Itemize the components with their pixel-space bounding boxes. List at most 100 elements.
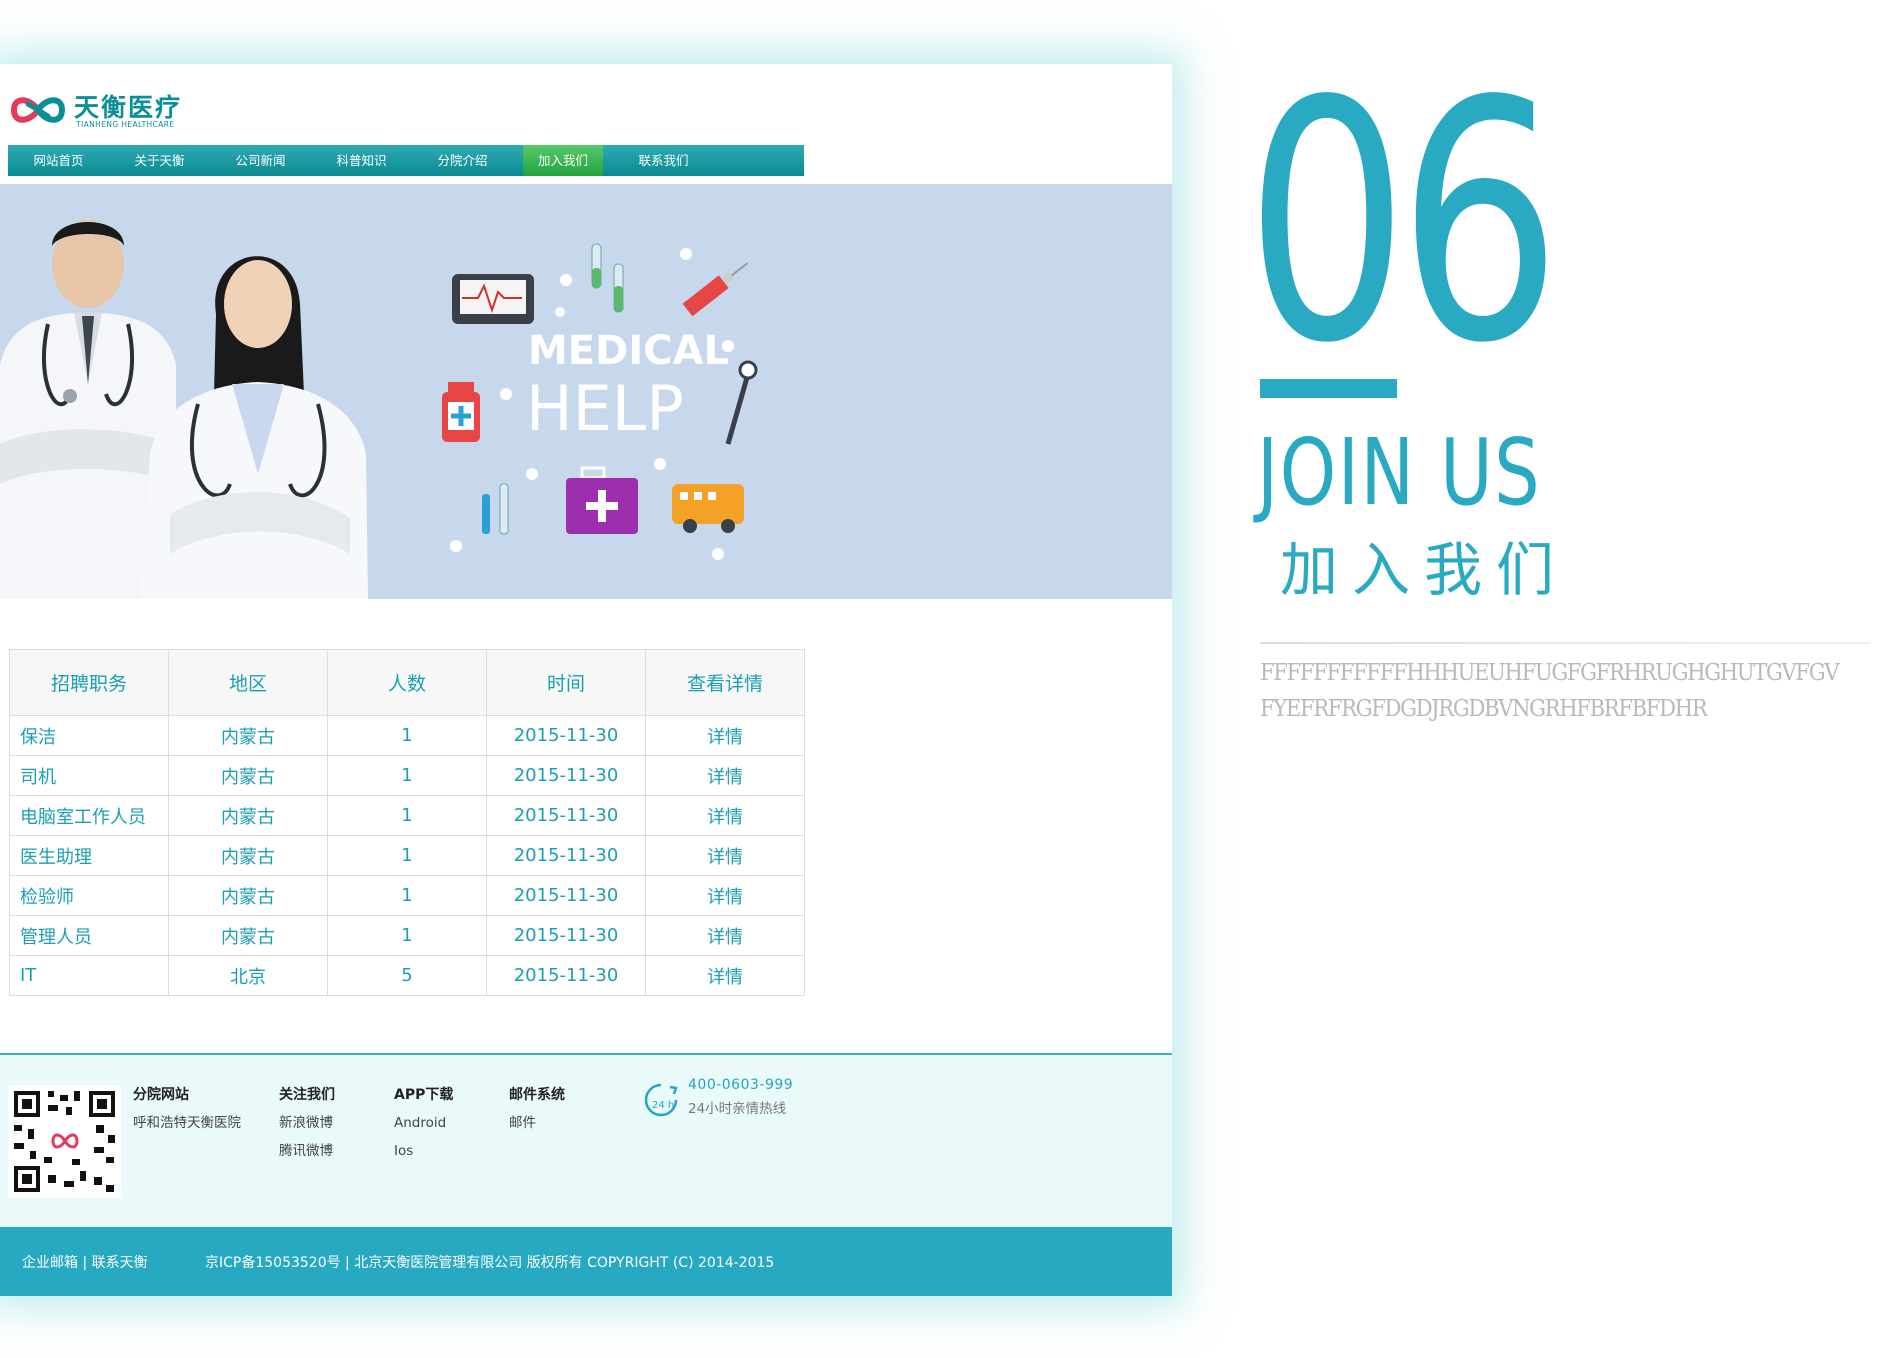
- logo-mark-icon: [10, 97, 66, 123]
- syringe-icon: [682, 262, 749, 317]
- footer-col-branches: 分院网站 呼和浩特天衡医院: [133, 1081, 241, 1137]
- footer-follow-title: 关注我们: [279, 1087, 335, 1103]
- footer-app-title: APP下载: [394, 1087, 454, 1103]
- job-region: 内蒙古: [168, 715, 328, 756]
- site-logo[interactable]: 天衡医疗 TIANHENG HEALTHCARE: [8, 84, 198, 132]
- footer-bottom-links[interactable]: 企业邮箱 | 联系天衡: [22, 1252, 148, 1272]
- footer-link-android[interactable]: Android: [394, 1109, 453, 1137]
- job-date: 2015-11-30: [486, 755, 646, 796]
- job-count: 1: [327, 875, 487, 916]
- job-region: 内蒙古: [168, 755, 328, 796]
- dental-mirror-icon: [725, 360, 758, 445]
- nav-item-home[interactable]: 网站首页: [8, 145, 109, 176]
- job-region: 北京: [168, 955, 328, 996]
- footer-branches-title: 分院网站: [133, 1087, 189, 1103]
- job-date: 2015-11-30: [486, 715, 646, 756]
- nav-item-knowledge[interactable]: 科普知识: [311, 145, 412, 176]
- job-date: 2015-11-30: [486, 795, 646, 836]
- job-detail-link[interactable]: 详情: [645, 915, 805, 956]
- section-number-underline: [1260, 379, 1397, 398]
- banner-illustration: MEDICAL HELP: [0, 220, 758, 599]
- job-detail-link[interactable]: 详情: [645, 835, 805, 876]
- job-date: 2015-11-30: [486, 835, 646, 876]
- nav-item-branches[interactable]: 分院介绍: [412, 145, 513, 176]
- webpage-mockup: 天衡医疗 TIANHENG HEALTHCARE 网站首页 关于天衡 公司新闻 …: [0, 64, 1172, 1296]
- jobs-table: 招聘职务 地区 人数 时间 查看详情 保洁 内蒙古 1 2015-11-30 详…: [9, 649, 805, 996]
- hotline-icon-label: 24 h: [652, 1100, 674, 1111]
- job-count: 1: [327, 915, 487, 956]
- col-header-detail: 查看详情: [645, 649, 805, 716]
- footer-link-hohhot-hospital[interactable]: 呼和浩特天衡医院: [133, 1109, 241, 1137]
- table-row: 医生助理 内蒙古 1 2015-11-30 详情: [9, 835, 805, 876]
- job-title: 医生助理: [9, 835, 169, 876]
- table-row: IT 北京 5 2015-11-30 详情: [9, 955, 805, 996]
- footer-copyright: 京ICP备15053520号 | 北京天衡医院管理有限公司 版权所有 COPYR…: [205, 1255, 775, 1271]
- job-title: 检验师: [9, 875, 169, 916]
- hotline-clock-icon: 24 h: [644, 1083, 678, 1117]
- job-title: 保洁: [9, 715, 169, 756]
- test-tube-icon: [591, 243, 624, 313]
- job-count: 1: [327, 835, 487, 876]
- footer-mail-title: 邮件系统: [509, 1087, 565, 1103]
- table-row: 检验师 内蒙古 1 2015-11-30 详情: [9, 875, 805, 916]
- footer-link-tencent-weibo[interactable]: 腾讯微博: [279, 1137, 335, 1165]
- nav-item-join-us[interactable]: 加入我们: [523, 145, 603, 176]
- footer-link-mail[interactable]: 邮件: [509, 1109, 565, 1137]
- job-count: 1: [327, 755, 487, 796]
- banner-title-line2: HELP: [526, 372, 684, 445]
- nav-item-news[interactable]: 公司新闻: [210, 145, 311, 176]
- job-region: 内蒙古: [168, 795, 328, 836]
- table-header-row: 招聘职务 地区 人数 时间 查看详情: [9, 649, 805, 716]
- job-count: 1: [327, 715, 487, 756]
- job-detail-link[interactable]: 详情: [645, 715, 805, 756]
- logo-name: 天衡医疗: [74, 93, 183, 122]
- qr-code-icon: [8, 1085, 121, 1198]
- doctor-female-figure: [140, 256, 368, 599]
- banner-title-line1: MEDICAL: [528, 328, 729, 374]
- job-date: 2015-11-30: [486, 915, 646, 956]
- footer-link-ios[interactable]: Ios: [394, 1137, 453, 1165]
- job-region: 内蒙古: [168, 915, 328, 956]
- footer-bottom-bar: 企业邮箱 | 联系天衡 京ICP备15053520号 | 北京天衡医院管理有限公…: [0, 1227, 1172, 1296]
- job-detail-link[interactable]: 详情: [645, 795, 805, 836]
- job-date: 2015-11-30: [486, 875, 646, 916]
- col-header-date: 时间: [486, 649, 646, 716]
- footer-col-follow: 关注我们 新浪微博 腾讯微博: [279, 1081, 335, 1165]
- nav-item-contact[interactable]: 联系我们: [613, 145, 714, 176]
- table-row: 保洁 内蒙古 1 2015-11-30 详情: [9, 715, 805, 756]
- heart-monitor-icon: [452, 274, 534, 324]
- job-detail-link[interactable]: 详情: [645, 955, 805, 996]
- footer-link-sina-weibo[interactable]: 新浪微博: [279, 1109, 335, 1137]
- site-footer: 分院网站 呼和浩特天衡医院 关注我们 新浪微博 腾讯微博 APP下载 Andro…: [0, 1053, 1172, 1227]
- col-header-region: 地区: [168, 649, 328, 716]
- col-header-count: 人数: [327, 649, 487, 716]
- first-aid-kit-icon: [566, 466, 638, 534]
- hero-banner: MEDICAL HELP: [0, 184, 1172, 599]
- job-detail-link[interactable]: 详情: [645, 755, 805, 796]
- job-title: 电脑室工作人员: [9, 795, 169, 836]
- job-date: 2015-11-30: [486, 955, 646, 996]
- job-count: 5: [327, 955, 487, 996]
- col-header-title: 招聘职务: [9, 649, 169, 716]
- nav-item-about[interactable]: 关于天衡: [109, 145, 210, 176]
- medicine-bottle-icon: [442, 382, 480, 442]
- logo-subtitle: TIANHENG HEALTHCARE: [76, 120, 175, 129]
- ambulance-icon: [672, 484, 744, 533]
- section-title-cn: 加入我们: [1280, 536, 1569, 604]
- section-divider: [1260, 642, 1870, 644]
- hotline-label: 24小时亲情热线: [688, 1101, 787, 1117]
- job-title: IT: [9, 955, 169, 996]
- section-number: 06: [1245, 31, 1562, 415]
- vial-icon: [482, 483, 509, 535]
- job-title: 管理人员: [9, 915, 169, 956]
- qr-code-image: [8, 1085, 121, 1198]
- section-title-en: JOIN US: [1257, 419, 1542, 526]
- footer-col-app: APP下载 Android Ios: [394, 1081, 453, 1165]
- hotline-number[interactable]: 400-0603-999: [688, 1077, 793, 1093]
- main-nav: 网站首页 关于天衡 公司新闻 科普知识 分院介绍 加入我们 联系我们: [8, 145, 804, 176]
- job-detail-link[interactable]: 详情: [645, 875, 805, 916]
- job-region: 内蒙古: [168, 835, 328, 876]
- job-region: 内蒙古: [168, 875, 328, 916]
- job-count: 1: [327, 795, 487, 836]
- table-row: 电脑室工作人员 内蒙古 1 2015-11-30 详情: [9, 795, 805, 836]
